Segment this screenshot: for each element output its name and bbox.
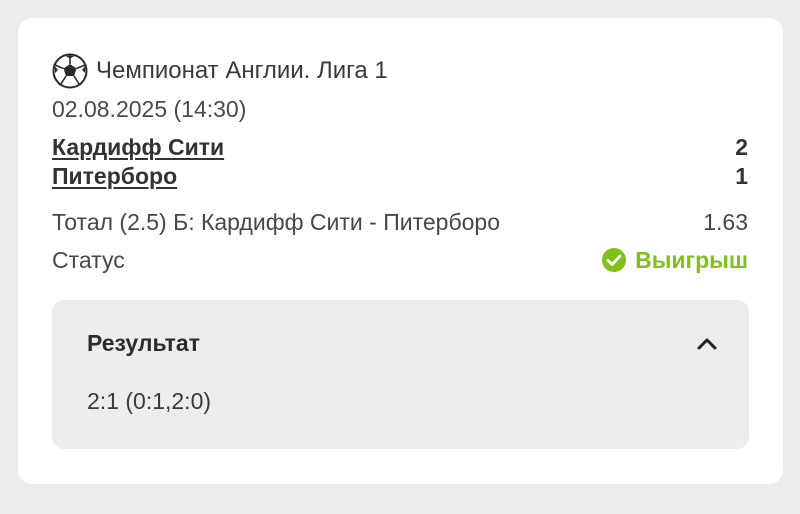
bet-odds: 1.63 (703, 208, 748, 235)
league-header: Чемпионат Англии. Лига 1 (52, 52, 388, 90)
away-team-score: 1 (735, 162, 748, 189)
result-panel: Результат 2:1 (0:1,2:0) (52, 300, 749, 449)
bet-market-row: Тотал (2.5) Б: Кардифф Сити - Питерборо … (52, 205, 748, 239)
bet-status-row: Статус Выигрыш (52, 243, 748, 277)
status-badge: Выигрыш (601, 247, 748, 274)
check-circle-icon (601, 247, 627, 273)
home-team-score: 2 (735, 133, 748, 160)
status-label: Статус (52, 246, 125, 273)
status-value: Выигрыш (635, 246, 748, 273)
soccer-ball-icon (52, 53, 88, 89)
away-team-link[interactable]: Питерборо (52, 163, 177, 190)
chevron-up-icon[interactable] (693, 330, 721, 358)
bet-market-label: Тотал (2.5) Б: Кардифф Сити - Питерборо (52, 208, 500, 235)
result-score: 2:1 (0:1,2:0) (87, 388, 212, 414)
away-team-row: Питерборо 1 (52, 161, 748, 191)
match-datetime: 02.08.2025 (14:30) (52, 96, 247, 122)
league-name: Чемпионат Англии. Лига 1 (96, 57, 388, 84)
home-team-row: Кардифф Сити 2 (52, 132, 748, 162)
result-title: Результат (87, 330, 200, 356)
bet-card: Чемпионат Англии. Лига 1 02.08.2025 (14:… (18, 18, 783, 484)
home-team-link[interactable]: Кардифф Сити (52, 134, 224, 161)
